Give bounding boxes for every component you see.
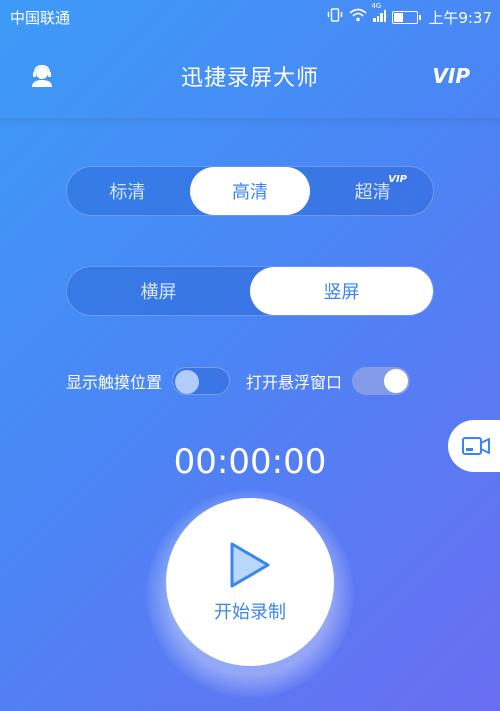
customer-service-button[interactable]	[28, 64, 56, 88]
battery-icon	[392, 10, 422, 24]
quality-option-label: 高清	[232, 182, 268, 203]
status-time: 上午9:37	[428, 8, 492, 27]
app-header: 迅捷录屏大师 VIP	[0, 34, 500, 118]
toggle-row: 显示触摸位置 打开悬浮窗口	[66, 366, 436, 396]
toggle-knob	[384, 369, 409, 393]
show-touch-toggle[interactable]	[172, 367, 231, 395]
toggle-knob	[175, 370, 200, 394]
status-icons: 4G 上午9:37	[327, 2, 492, 28]
orientation-selector: 横屏 竖屏	[66, 266, 434, 316]
floating-window-toggle[interactable]	[352, 367, 411, 395]
vip-badge: VIP	[388, 174, 408, 185]
headset-user-icon	[32, 65, 52, 87]
quality-option-super-hd[interactable]: 超清 VIP	[312, 167, 433, 215]
cell-signal-icon: 4G	[371, 2, 387, 26]
start-recording-label: 开始录制	[214, 602, 286, 623]
recording-timer: 00:00:00	[173, 442, 327, 482]
vibrate-icon	[327, 8, 344, 26]
orientation-option-portrait[interactable]: 竖屏	[250, 267, 433, 315]
wifi-icon	[349, 8, 367, 26]
quality-option-standard[interactable]: 标清	[67, 167, 188, 215]
app-title: 迅捷录屏大师	[180, 66, 319, 91]
quality-option-label: 标清	[109, 182, 146, 203]
header-divider	[0, 118, 500, 128]
orientation-option-label: 竖屏	[323, 282, 360, 303]
network-type-label: 4G	[371, 1, 382, 10]
orientation-option-label: 横屏	[140, 282, 177, 303]
quality-option-label: 超清	[354, 182, 391, 203]
status-bar: 中国联通 4G 上午9:37	[0, 0, 500, 34]
start-recording-button[interactable]: 开始录制	[166, 498, 334, 666]
quality-option-hd[interactable]: 高清	[189, 167, 311, 215]
show-touch-label: 显示触摸位置	[66, 373, 163, 392]
vip-button[interactable]: VIP	[432, 64, 470, 88]
quality-selector: 标清 高清 超清 VIP	[66, 166, 434, 216]
orientation-option-landscape[interactable]: 横屏	[67, 267, 250, 315]
floating-window-label: 打开悬浮窗口	[246, 373, 343, 392]
carrier-name: 中国联通	[10, 8, 71, 27]
play-icon	[230, 542, 270, 588]
